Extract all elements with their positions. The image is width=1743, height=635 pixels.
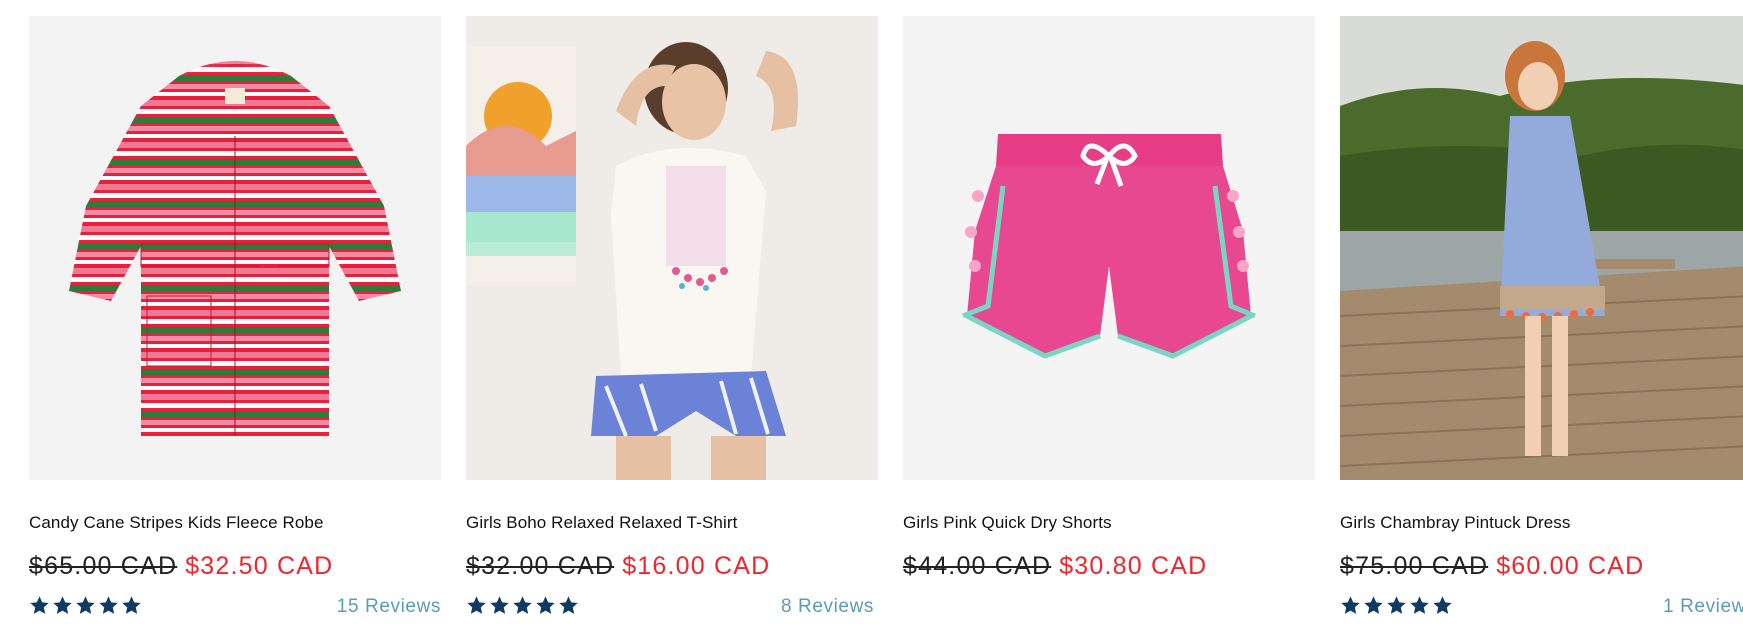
star-rating [29, 595, 142, 616]
reviews-link[interactable]: 8 Reviews [781, 596, 874, 618]
star-icon [559, 596, 578, 614]
product-card[interactable]: Girls Boho Relaxed Relaxed T-Shirt $32.0… [466, 16, 878, 619]
star-icon [536, 596, 555, 614]
star-icon [513, 596, 532, 614]
product-title[interactable]: Girls Chambray Pintuck Dress [1340, 512, 1743, 534]
star-icon [467, 596, 486, 614]
product-price: $44.00 CAD $30.80 CAD [903, 551, 1315, 581]
product-card[interactable]: Girls Pink Quick Dry Shorts $44.00 CAD $3… [903, 16, 1315, 581]
star-rating [466, 595, 579, 616]
star-rating [1340, 595, 1453, 616]
product-grid: Candy Cane Stripes Kids Fleece Robe $65.… [0, 0, 1743, 635]
rating-row: 8 Reviews [466, 595, 878, 619]
original-price: $32.00 CAD [466, 552, 615, 580]
original-price: $75.00 CAD [1340, 552, 1489, 580]
product-image-tshirt[interactable] [466, 16, 878, 480]
reviews-link[interactable]: 1 Review [1663, 596, 1743, 618]
product-price: $32.00 CAD $16.00 CAD [466, 551, 878, 581]
star-icon [490, 596, 509, 614]
product-card[interactable]: Candy Cane Stripes Kids Fleece Robe $65.… [29, 16, 441, 619]
product-image-robe[interactable] [29, 16, 441, 480]
sale-price: $32.50 CAD [185, 552, 334, 580]
star-icon [30, 596, 49, 614]
star-icon [1433, 596, 1452, 614]
star-icon [1364, 596, 1383, 614]
rating-row: 1 Review [1340, 595, 1743, 619]
product-image-shorts[interactable] [903, 16, 1315, 480]
star-icon [1387, 596, 1406, 614]
star-icon [1341, 596, 1360, 614]
sale-price: $16.00 CAD [622, 552, 771, 580]
product-price: $75.00 CAD $60.00 CAD [1340, 551, 1743, 581]
product-title[interactable]: Candy Cane Stripes Kids Fleece Robe [29, 512, 441, 534]
product-price: $65.00 CAD $32.50 CAD [29, 551, 441, 581]
product-image-dress[interactable] [1340, 16, 1743, 480]
original-price: $65.00 CAD [29, 552, 178, 580]
sale-price: $30.80 CAD [1059, 552, 1208, 580]
original-price: $44.00 CAD [903, 552, 1052, 580]
star-icon [99, 596, 118, 614]
star-icon [76, 596, 95, 614]
product-title[interactable]: Girls Pink Quick Dry Shorts [903, 512, 1315, 534]
sale-price: $60.00 CAD [1496, 552, 1645, 580]
star-icon [122, 596, 141, 614]
star-icon [53, 596, 72, 614]
product-card[interactable]: Girls Chambray Pintuck Dress $75.00 CAD $… [1340, 16, 1743, 619]
star-icon [1410, 596, 1429, 614]
rating-row: 15 Reviews [29, 595, 441, 619]
reviews-link[interactable]: 15 Reviews [337, 596, 441, 618]
product-title[interactable]: Girls Boho Relaxed Relaxed T-Shirt [466, 512, 878, 534]
